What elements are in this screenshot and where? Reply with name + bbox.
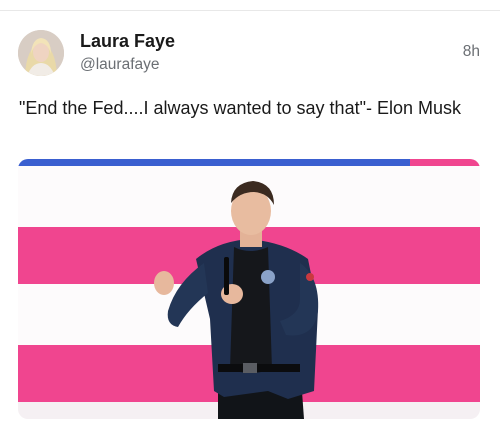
media-photo: [18, 159, 480, 419]
top-divider: [0, 10, 500, 11]
author-avatar[interactable]: [18, 30, 64, 76]
tweet-text: "End the Fed....I always wanted to say t…: [19, 98, 461, 118]
avatar-image: [18, 30, 64, 76]
author-handle[interactable]: @laurafaye: [80, 56, 160, 74]
tweet-timestamp[interactable]: 8h: [463, 43, 480, 61]
tweet-media[interactable]: [18, 159, 480, 419]
author-name[interactable]: Laura Faye: [80, 31, 175, 52]
stage-blue-bar: [18, 159, 410, 166]
